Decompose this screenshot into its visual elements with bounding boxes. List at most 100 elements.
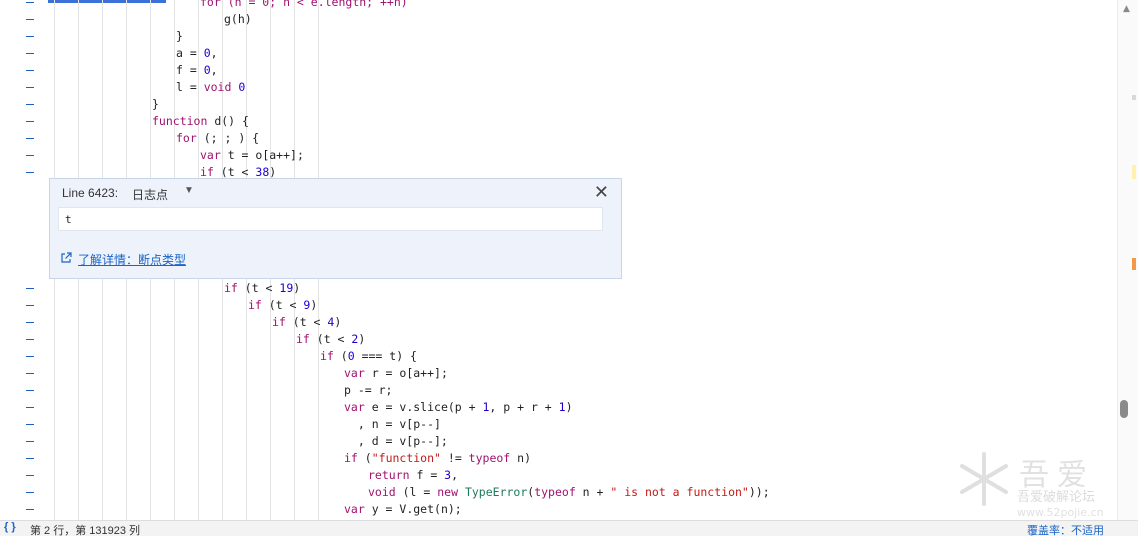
breakpoint-gutter-marker[interactable] — [26, 36, 34, 37]
breakpoint-gutter-marker[interactable] — [26, 373, 34, 374]
breakpoint-gutter-marker[interactable] — [26, 19, 34, 20]
code-token: typeof — [534, 485, 583, 499]
breakpoint-gutter-marker[interactable] — [26, 441, 34, 442]
breakpoint-gutter-marker[interactable] — [26, 339, 34, 340]
breakpoint-gutter-marker[interactable] — [26, 70, 34, 71]
code-token: y = V.get(n); — [371, 502, 462, 516]
code-token: 19 — [279, 281, 294, 295]
code-token: void — [203, 80, 239, 94]
logpoint-expression-input[interactable]: t — [58, 207, 603, 231]
code-token: if — [296, 332, 317, 346]
learn-more-breakpoint-types-link[interactable]: 了解详情：断点类型 — [78, 251, 186, 268]
code-token: d() { — [214, 114, 249, 128]
code-line: l = void 0 — [176, 79, 245, 96]
chevron-down-icon[interactable]: ▼ — [184, 185, 194, 196]
code-line: if (t < 9) — [248, 297, 317, 314]
breakpoint-gutter-marker[interactable] — [26, 509, 34, 510]
code-token: if — [224, 281, 245, 295]
close-icon[interactable]: ✕ — [594, 182, 609, 203]
breakpoint-gutter-marker[interactable] — [26, 53, 34, 54]
code-line: void (l = new TypeError(typeof n + " is … — [368, 484, 770, 501]
breakpoint-gutter-marker[interactable] — [26, 475, 34, 476]
code-token: (l = — [402, 485, 438, 499]
vertical-scrollbar[interactable]: ▲ — [1117, 0, 1138, 520]
code-token: ) — [358, 332, 366, 346]
code-token: 38 — [255, 165, 270, 179]
pretty-print-button[interactable]: { } — [4, 521, 16, 533]
code-token: n + — [582, 485, 611, 499]
code-token: g(h) — [224, 12, 252, 26]
code-token: function — [152, 114, 215, 128]
breakpoint-gutter-marker[interactable] — [26, 121, 34, 122]
code-line: g(h) — [224, 11, 252, 28]
breakpoint-gutter-marker[interactable] — [26, 87, 34, 88]
code-token: if — [344, 451, 365, 465]
code-token: 0 — [203, 63, 211, 77]
code-token: for — [176, 131, 204, 145]
code-token: a = — [176, 46, 204, 60]
code-token: } — [152, 97, 159, 111]
code-line: a = 0, — [176, 45, 218, 62]
code-token: void — [368, 485, 403, 499]
code-token: , — [210, 46, 218, 60]
code-token: ) — [334, 315, 342, 329]
code-token: ( — [364, 451, 372, 465]
coverage-status[interactable]: 覆盖率：不适用 — [1027, 522, 1104, 538]
code-token: f = — [416, 468, 445, 482]
code-token: , p + r + — [489, 400, 559, 414]
breakpoint-gutter-marker[interactable] — [26, 138, 34, 139]
code-token: ) — [269, 165, 277, 179]
breakpoint-gutter-marker[interactable] — [26, 305, 34, 306]
cursor-position: 第 2 行，第 131923 列 — [30, 525, 141, 537]
code-token: 1 — [558, 400, 566, 414]
breakpoint-gutter-marker[interactable] — [26, 390, 34, 391]
code-token: ) — [293, 281, 301, 295]
status-bar: { } 第 2 行，第 131923 列 覆盖率：不适用 — [0, 520, 1138, 538]
code-token: var — [200, 148, 228, 162]
breakpoint-gutter-marker[interactable] — [26, 322, 34, 323]
code-token: (t < — [220, 165, 256, 179]
code-line: } — [152, 96, 159, 113]
code-line: if (t < 19) — [224, 280, 300, 297]
code-token: ) — [565, 400, 573, 414]
breakpoint-gutter-marker[interactable] — [26, 104, 34, 105]
code-token: if — [320, 349, 341, 363]
code-line: for (n = 0; n < e.length; ++n) — [200, 0, 408, 11]
breakpoint-gutter-marker[interactable] — [26, 288, 34, 289]
code-token: 0 — [203, 46, 211, 60]
scroll-marker — [1132, 258, 1136, 270]
breakpoint-gutter-marker[interactable] — [26, 172, 34, 173]
breakpoint-gutter-marker[interactable] — [26, 458, 34, 459]
breakpoint-gutter-marker[interactable] — [26, 155, 34, 156]
code-line: if (t < 4) — [272, 314, 341, 331]
code-token: for (n = 0; n < e.length; ++n) — [200, 0, 408, 9]
breakpoint-line-label: Line 6423: — [62, 186, 119, 200]
code-line: , d = v[p--]; — [344, 433, 448, 450]
scroll-marker — [1132, 95, 1136, 100]
code-token: if — [248, 298, 269, 312]
selection-highlight — [48, 0, 166, 3]
code-token: (t < — [268, 298, 304, 312]
code-line: var t = o[a++]; — [200, 147, 304, 164]
scrollbar-thumb[interactable] — [1120, 400, 1128, 418]
code-token: , n = v[p--] — [344, 417, 441, 431]
code-token: (; ; ) { — [203, 131, 260, 145]
breakpoint-gutter-marker[interactable] — [26, 407, 34, 408]
code-editor[interactable]: for (n = 0; n < e.length; ++n) g(h)} a = 0… — [0, 0, 1118, 520]
code-token: ) — [310, 298, 318, 312]
code-line: var y = V.get(n); — [344, 501, 462, 518]
code-token: } — [176, 29, 183, 43]
breakpoint-gutter-marker[interactable] — [26, 2, 34, 3]
scroll-up-arrow-icon[interactable]: ▲ — [1123, 4, 1130, 14]
breakpoint-gutter-marker[interactable] — [26, 356, 34, 357]
code-line: function d() { — [152, 113, 249, 130]
breakpoint-type-select[interactable]: 日志点 — [132, 186, 168, 203]
breakpoint-gutter-marker[interactable] — [26, 492, 34, 493]
code-token: , d = v[p--]; — [344, 434, 448, 448]
code-token: " is not a function" — [610, 485, 749, 499]
code-token: p -= r; — [344, 383, 393, 397]
breakpoint-gutter-marker[interactable] — [26, 424, 34, 425]
code-line: var r = o[a++]; — [344, 365, 448, 382]
code-token: != — [440, 451, 469, 465]
code-line: var e = v.slice(p + 1, p + r + 1) — [344, 399, 573, 416]
